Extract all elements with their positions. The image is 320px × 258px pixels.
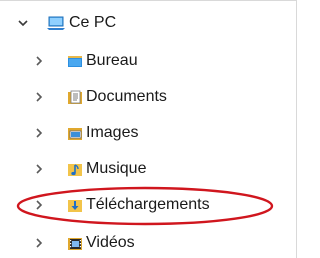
tree-item-label: Musique (86, 160, 147, 177)
chevron-down-icon[interactable] (15, 15, 31, 31)
videos-folder-icon (67, 235, 83, 251)
downloads-folder-icon (67, 197, 83, 213)
chevron-right-icon[interactable] (31, 197, 47, 213)
chevron-right-icon[interactable] (31, 125, 47, 141)
window-border-right (296, 0, 297, 258)
tree-item-label: Ce PC (69, 14, 117, 31)
pictures-folder-icon (67, 125, 83, 141)
chevron-right-icon[interactable] (31, 235, 47, 251)
tree-item-label: Images (86, 124, 139, 141)
tree-item-label: Vidéos (86, 234, 135, 251)
tree-item-images[interactable]: Images (0, 118, 260, 148)
tree-item-documents[interactable]: Documents (0, 82, 260, 112)
tree-item-videos[interactable]: Vidéos (0, 228, 260, 258)
desktop-folder-icon (67, 53, 83, 69)
tree-item-label: Bureau (86, 52, 138, 69)
tree-item-label: Documents (86, 88, 167, 105)
music-folder-icon (67, 161, 83, 177)
tree-item-bureau[interactable]: Bureau (0, 46, 260, 76)
navigation-pane-tree: Ce PC Bureau Documents Images Musique Té… (0, 0, 296, 258)
tree-item-musique[interactable]: Musique (0, 154, 260, 184)
chevron-right-icon[interactable] (31, 161, 47, 177)
tree-item-telechargements[interactable]: Téléchargements (0, 190, 260, 220)
documents-folder-icon (67, 89, 83, 105)
computer-icon (47, 15, 67, 31)
tree-item-ce-pc[interactable]: Ce PC (0, 8, 250, 38)
chevron-right-icon[interactable] (31, 53, 47, 69)
chevron-right-icon[interactable] (31, 89, 47, 105)
tree-item-label: Téléchargements (86, 196, 210, 213)
